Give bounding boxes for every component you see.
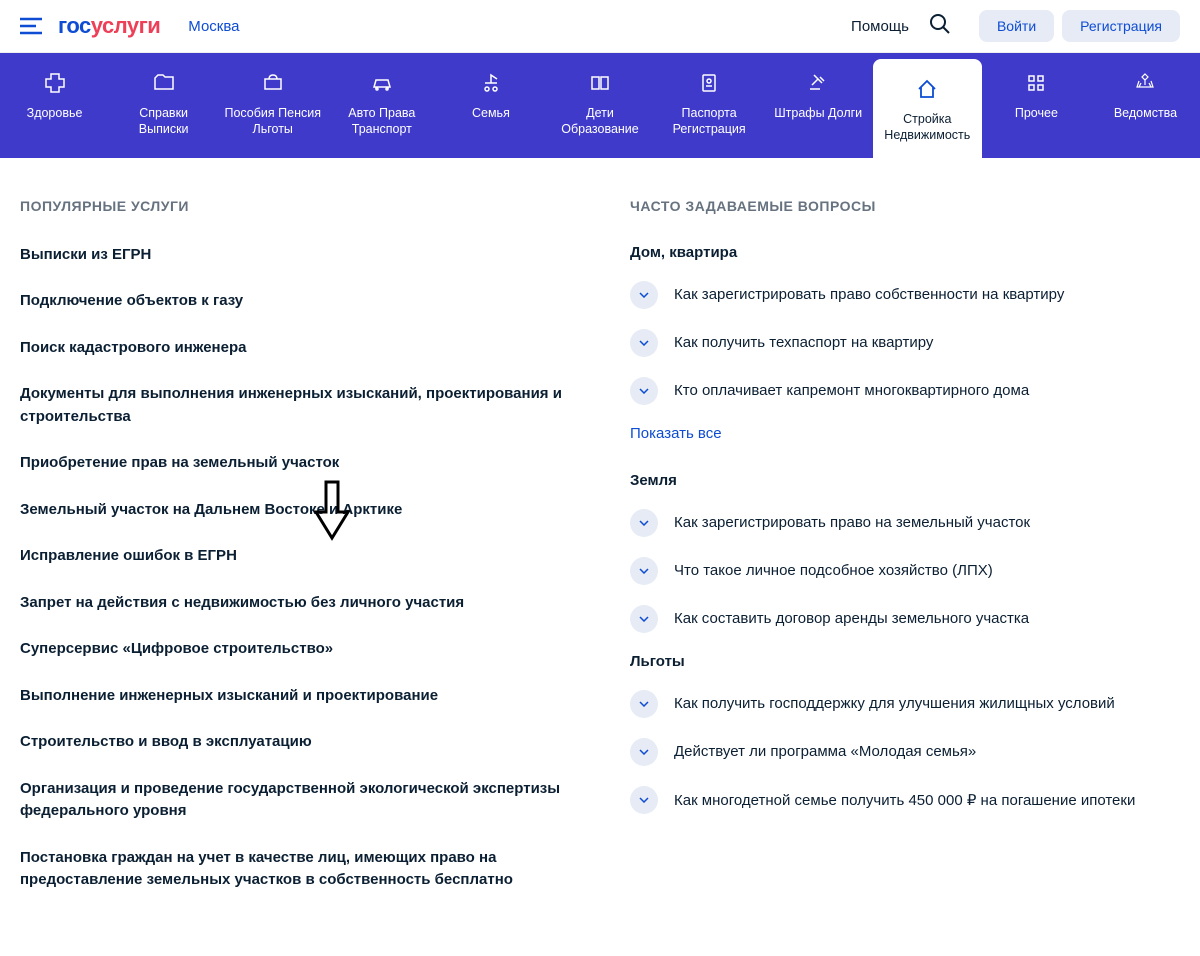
nav-family[interactable]: Семья [436, 53, 545, 158]
search-icon[interactable] [929, 13, 951, 40]
chevron-down-icon[interactable] [630, 605, 658, 633]
faq-question[interactable]: Как получить техпаспорт на квартиру [674, 334, 933, 351]
nav-health[interactable]: Здоровье [0, 53, 109, 158]
faq-question[interactable]: Действует ли программа «Молодая семья» [674, 743, 976, 760]
faq-question[interactable]: Кто оплачивает капремонт многоквартирног… [674, 382, 1029, 399]
stroller-icon [440, 71, 541, 95]
faq-item[interactable]: Кто оплачивает капремонт многоквартирног… [630, 377, 1180, 405]
service-link[interactable]: Поиск кадастрового инженера [20, 337, 590, 360]
faq-group-heading: Дом, квартира [630, 244, 1180, 261]
faq-question[interactable]: Как многодетной семье получить 450 000 ₽… [674, 791, 1135, 809]
nav-other[interactable]: Прочее [982, 53, 1091, 158]
chevron-down-icon[interactable] [630, 690, 658, 718]
main-content: ПОПУЛЯРНЫЕ УСЛУГИ Выписки из ЕГРН Подклю… [0, 158, 1200, 956]
chevron-down-icon[interactable] [630, 281, 658, 309]
service-link[interactable]: Исправление ошибок в ЕГРН [20, 545, 590, 568]
nav-auto[interactable]: Авто Права Транспорт [327, 53, 436, 158]
logo-part1: гос [58, 13, 91, 38]
faq-question[interactable]: Как получить господдержку для улучшения … [674, 695, 1115, 712]
faq-group-heading: Земля [630, 472, 1180, 489]
wallet-icon [222, 71, 323, 95]
faq-item[interactable]: Как составить договор аренды земельного … [630, 605, 1180, 633]
login-button[interactable]: Войти [979, 10, 1054, 42]
nav-certificates[interactable]: Справки Выписки [109, 53, 218, 158]
logo-part2: услуги [91, 13, 161, 38]
nav-education[interactable]: Дети Образование [545, 53, 654, 158]
faq-item[interactable]: Как получить техпаспорт на квартиру [630, 329, 1180, 357]
help-link[interactable]: Помощь [851, 18, 909, 35]
faq-item[interactable]: Как получить господдержку для улучшения … [630, 690, 1180, 718]
faq-item[interactable]: Как зарегистрировать право собственности… [630, 281, 1180, 309]
book-icon [549, 71, 650, 95]
chevron-down-icon[interactable] [630, 377, 658, 405]
chevron-down-icon[interactable] [630, 509, 658, 537]
faq-item[interactable]: Как многодетной семье получить 450 000 ₽… [630, 786, 1180, 814]
faq-group-heading: Льготы [630, 653, 1180, 670]
nav-label: Пособия Пенсия Льготы [222, 105, 323, 138]
service-link[interactable]: Земельный участок на Дальнем Востоке и А… [20, 499, 590, 522]
service-link[interactable]: Суперсервис «Цифровое строительство» [20, 638, 590, 661]
nav-agencies[interactable]: Ведомства [1091, 53, 1200, 158]
category-nav: Здоровье Справки Выписки Пособия Пенсия … [0, 53, 1200, 158]
gavel-icon [768, 71, 869, 95]
faq-question[interactable]: Как зарегистрировать право собственности… [674, 286, 1064, 303]
chevron-down-icon[interactable] [630, 557, 658, 585]
grid-icon [986, 71, 1087, 95]
service-link[interactable]: Организация и проведение государственной… [20, 778, 590, 823]
nav-label: Здоровье [4, 105, 105, 121]
service-link[interactable]: Выписки из ЕГРН [20, 244, 590, 267]
nav-label: Семья [440, 105, 541, 121]
faq-column: ЧАСТО ЗАДАВАЕМЫЕ ВОПРОСЫ Дом, квартира К… [630, 198, 1180, 916]
logo[interactable]: госуслуги [58, 13, 160, 39]
nav-label: Прочее [986, 105, 1087, 121]
faq-item[interactable]: Действует ли программа «Молодая семья» [630, 738, 1180, 766]
nav-benefits[interactable]: Пособия Пенсия Льготы [218, 53, 327, 158]
arrow-annotation-icon [312, 480, 352, 542]
faq-title: ЧАСТО ЗАДАВАЕМЫЕ ВОПРОСЫ [630, 198, 1180, 214]
service-link[interactable]: Подключение объектов к газу [20, 290, 590, 313]
car-icon [331, 71, 432, 95]
faq-question[interactable]: Что такое личное подсобное хозяйство (ЛП… [674, 562, 993, 579]
nav-label: Стройка Недвижимость [877, 111, 978, 144]
service-link[interactable]: Выполнение инженерных изысканий и проект… [20, 685, 590, 708]
faq-question[interactable]: Как составить договор аренды земельного … [674, 610, 1029, 627]
nav-label: Паспорта Регистрация [659, 105, 760, 138]
chevron-down-icon[interactable] [630, 329, 658, 357]
nav-label: Штрафы Долги [768, 105, 869, 121]
city-selector[interactable]: Москва [188, 18, 239, 35]
health-icon [4, 71, 105, 95]
faq-item[interactable]: Что такое личное подсобное хозяйство (ЛП… [630, 557, 1180, 585]
chevron-down-icon[interactable] [630, 786, 658, 814]
nav-label: Ведомства [1095, 105, 1196, 121]
emblem-icon [1095, 71, 1196, 95]
service-link[interactable]: Строительство и ввод в эксплуатацию [20, 731, 590, 754]
nav-construction[interactable]: Стройка Недвижимость [873, 59, 982, 158]
hamburger-menu-icon[interactable] [20, 17, 42, 35]
nav-label: Справки Выписки [113, 105, 214, 138]
house-icon [877, 77, 978, 101]
nav-label: Дети Образование [549, 105, 650, 138]
service-link[interactable]: Приобретение прав на земельный участок [20, 452, 590, 475]
show-all-link[interactable]: Показать все [630, 425, 1180, 442]
nav-passports[interactable]: Паспорта Регистрация [655, 53, 764, 158]
folder-icon [113, 71, 214, 95]
popular-services-column: ПОПУЛЯРНЫЕ УСЛУГИ Выписки из ЕГРН Подклю… [20, 198, 590, 916]
faq-question[interactable]: Как зарегистрировать право на земельный … [674, 514, 1030, 531]
nav-fines[interactable]: Штрафы Долги [764, 53, 873, 158]
service-link[interactable]: Запрет на действия с недвижимостью без л… [20, 592, 590, 615]
service-link[interactable]: Документы для выполнения инженерных изыс… [20, 383, 590, 428]
passport-icon [659, 71, 760, 95]
service-link[interactable]: Постановка граждан на учет в качестве ли… [20, 847, 590, 892]
register-button[interactable]: Регистрация [1062, 10, 1180, 42]
nav-label: Авто Права Транспорт [331, 105, 432, 138]
popular-services-title: ПОПУЛЯРНЫЕ УСЛУГИ [20, 198, 590, 214]
header: госуслуги Москва Помощь Войти Регистраци… [0, 0, 1200, 53]
chevron-down-icon[interactable] [630, 738, 658, 766]
faq-item[interactable]: Как зарегистрировать право на земельный … [630, 509, 1180, 537]
